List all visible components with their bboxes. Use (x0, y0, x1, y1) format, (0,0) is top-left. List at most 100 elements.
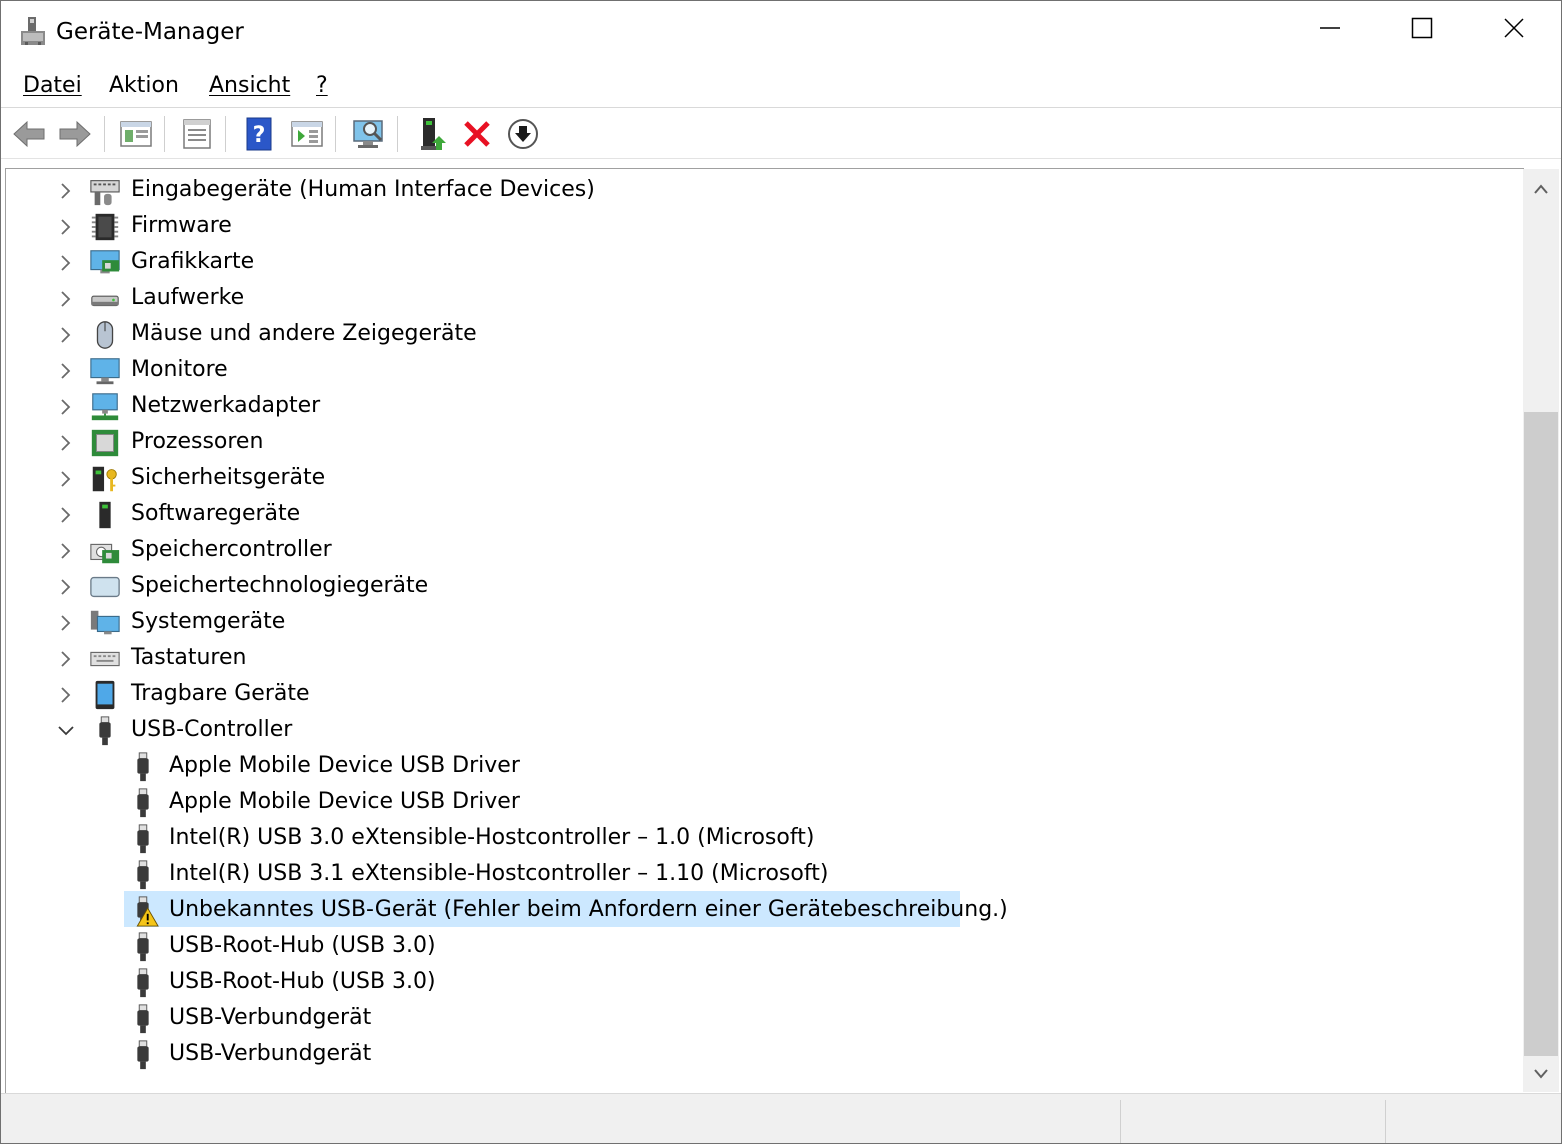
window-title: Geräte-Manager (56, 19, 244, 45)
help-button[interactable]: ? (239, 114, 279, 154)
back-button[interactable] (9, 114, 49, 154)
tree-device-row[interactable]: Intel(R) USB 3.0 eXtensible-Hostcontroll… (6, 821, 1506, 857)
network-adapter-icon (91, 393, 119, 421)
tree-category-row[interactable]: Prozessoren (6, 425, 1506, 461)
tree-device-row[interactable]: USB-Verbundgerät (6, 1037, 1506, 1073)
usb-icon (137, 860, 149, 890)
tree-category-row[interactable]: Speichercontroller (6, 533, 1506, 569)
category-label: Laufwerke (131, 285, 245, 310)
chevron-up-icon (1534, 184, 1548, 194)
menu-datei[interactable]: Datei (23, 73, 82, 98)
category-label: Tastaturen (131, 645, 247, 670)
tree-category-row[interactable]: Systemgeräte (6, 605, 1506, 641)
menu-hilfe[interactable]: ? (316, 73, 328, 98)
tree-category-row[interactable]: Grafikkarte (6, 245, 1506, 281)
tree-category-row[interactable]: Tragbare Geräte (6, 677, 1506, 713)
menu-ansicht[interactable]: Ansicht (209, 73, 290, 98)
category-label: Speichercontroller (131, 537, 332, 562)
tree-device-row[interactable]: USB-Verbundgerät (6, 1001, 1506, 1037)
device-icon (126, 750, 160, 784)
expand-toggle[interactable] (56, 505, 76, 525)
tree-device-row[interactable]: Apple Mobile Device USB Driver (6, 785, 1506, 821)
vertical-scrollbar[interactable] (1523, 169, 1559, 1092)
device-icon (126, 858, 160, 892)
scan-hardware-button[interactable] (349, 114, 389, 154)
category-label: Prozessoren (131, 429, 264, 454)
tree-category-row[interactable]: Laufwerke (6, 281, 1506, 317)
expand-toggle[interactable] (56, 289, 76, 309)
expand-toggle[interactable] (56, 685, 76, 705)
forward-button[interactable] (55, 114, 95, 154)
expand-toggle[interactable] (56, 361, 76, 381)
tree-category-row[interactable]: Eingabegeräte (Human Interface Devices) (6, 173, 1506, 209)
category-icon (88, 462, 122, 496)
tree-category-row[interactable]: USB-Controller (6, 713, 1506, 749)
title-bar[interactable]: Geräte-Manager (1, 1, 1561, 65)
scroll-up-button[interactable] (1523, 171, 1559, 207)
software-device-icon (99, 501, 111, 529)
back-arrow-icon (13, 120, 45, 148)
forward-arrow-icon (59, 120, 91, 148)
category-label: Monitore (131, 357, 228, 382)
properties-icon (183, 119, 211, 149)
category-icon (88, 282, 122, 316)
tree-category-row[interactable]: Monitore (6, 353, 1506, 389)
close-button[interactable] (1468, 1, 1560, 55)
expand-toggle[interactable] (56, 217, 76, 237)
category-label: Firmware (131, 213, 232, 238)
maximize-button[interactable] (1376, 1, 1468, 55)
category-icon (88, 210, 122, 244)
tree-category-row[interactable]: Sicherheitsgeräte (6, 461, 1506, 497)
tree-device-row[interactable]: USB-Root-Hub (USB 3.0) (6, 929, 1506, 965)
minimize-button[interactable] (1284, 1, 1376, 55)
category-icon (88, 534, 122, 568)
close-icon (1504, 18, 1524, 38)
tree-device-row[interactable]: Intel(R) USB 3.1 eXtensible-Hostcontroll… (6, 857, 1506, 893)
expand-toggle[interactable] (56, 433, 76, 453)
expand-toggle[interactable] (56, 649, 76, 669)
expand-toggle[interactable] (56, 469, 76, 489)
minimize-icon (1320, 27, 1340, 29)
tree-category-row[interactable]: Speichertechnologiegeräte (6, 569, 1506, 605)
mouse-icon (96, 321, 114, 349)
expand-toggle[interactable] (56, 181, 76, 201)
scroll-down-button[interactable] (1523, 1056, 1559, 1092)
update-driver-icon (421, 118, 446, 150)
tree-category-row[interactable]: Tastaturen (6, 641, 1506, 677)
console-tree-icon (120, 121, 152, 147)
collapse-toggle[interactable] (56, 721, 76, 741)
chevron-right-icon (61, 183, 71, 199)
expand-toggle[interactable] (56, 613, 76, 633)
disable-device-button[interactable] (503, 114, 543, 154)
toolbar-separator (164, 116, 165, 152)
category-label: Softwaregeräte (131, 501, 301, 526)
expand-toggle[interactable] (56, 253, 76, 273)
action-pane-button[interactable] (287, 114, 327, 154)
show-hide-console-tree-button[interactable] (116, 114, 156, 154)
scan-for-hardware-icon (353, 120, 383, 148)
scroll-thumb[interactable] (1524, 412, 1558, 1056)
toolbar-separator (104, 116, 105, 152)
tree-device-row-selected[interactable]: Unbekanntes USB-Gerät (Fehler beim Anfor… (6, 893, 1506, 929)
menu-aktion[interactable]: Aktion (109, 73, 179, 98)
expand-toggle[interactable] (56, 541, 76, 561)
svg-text:?: ? (253, 123, 266, 148)
tree-device-row[interactable]: USB-Root-Hub (USB 3.0) (6, 965, 1506, 1001)
tree-category-row[interactable]: Softwaregeräte (6, 497, 1506, 533)
expand-toggle[interactable] (56, 325, 76, 345)
category-icon (88, 570, 122, 604)
expand-toggle[interactable] (56, 397, 76, 417)
tree-category-row[interactable]: Firmware (6, 209, 1506, 245)
tree-device-row[interactable]: Apple Mobile Device USB Driver (6, 749, 1506, 785)
update-driver-button[interactable] (413, 114, 453, 154)
device-tree[interactable]: Eingabegeräte (Human Interface Devices) F… (5, 168, 1524, 1093)
action-pane-icon (291, 121, 323, 147)
properties-button[interactable] (177, 114, 217, 154)
category-label: Systemgeräte (131, 609, 286, 634)
uninstall-device-button[interactable] (457, 114, 497, 154)
tree-category-row[interactable]: Mäuse und andere Zeigegeräte (6, 317, 1506, 353)
category-label: Grafikkarte (131, 249, 255, 274)
hid-icon (90, 180, 120, 206)
tree-category-row[interactable]: Netzwerkadapter (6, 389, 1506, 425)
expand-toggle[interactable] (56, 577, 76, 597)
